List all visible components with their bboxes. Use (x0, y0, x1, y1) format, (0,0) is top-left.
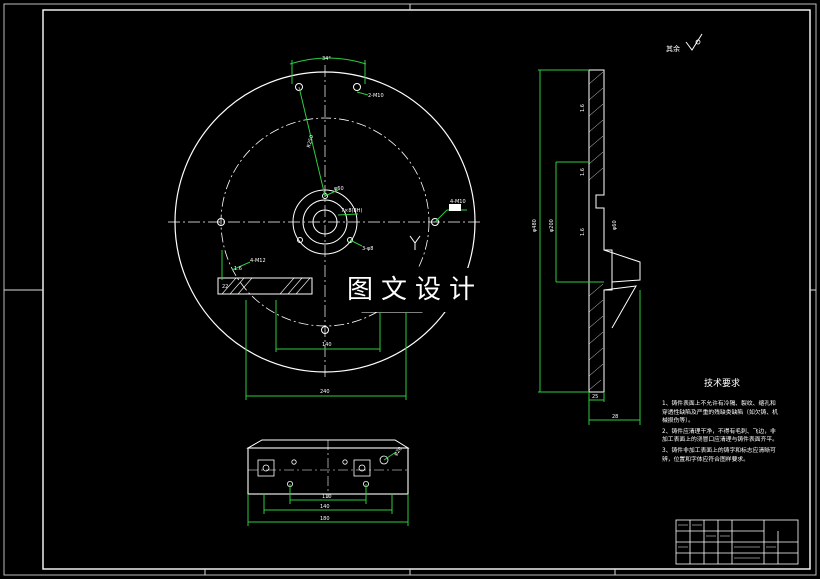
dim-w1: 140 (322, 342, 332, 348)
dim-side-w-bottom: 25 (592, 394, 598, 400)
dim-w2: 240 (320, 389, 330, 395)
dim-plan-c: 180 (320, 516, 330, 522)
dim-side-inner: φ200 (549, 219, 555, 232)
tech-req-title: 技术要求 (704, 377, 740, 389)
dim-angle: 34° (322, 56, 331, 62)
tech-req-items: 1、铸件表面上不允许有冷隔、裂纹、缩孔和穿透性缺陷及严重的残缺类缺陷（如欠铸、机… (662, 400, 780, 464)
tech-req-item: 2、铸件应清理干净，不得有毛刺、飞边，非加工表面上的浇冒口应清理与铸件表面齐平。 (662, 428, 778, 444)
dim-side-total: φ480 (532, 219, 538, 232)
watermark: 图文设计 (330, 268, 500, 312)
tech-req-item: 1、铸件表面上不允许有冷隔、裂纹、缩孔和穿透性缺陷及严重的残缺类缺陷（如欠铸、机… (662, 401, 778, 425)
dim-bottom-holes: 3-φ8 (362, 246, 373, 252)
dim-side-holes: 4-M10 (450, 199, 466, 205)
dim-section-holes: 4-M12 (250, 258, 266, 264)
dim-center-dia: φ60 (334, 186, 344, 192)
dim-side-t3: 1.6 (580, 228, 586, 236)
dim-side-t1: 1.6 (580, 104, 586, 112)
dim-side-w-total: 28 (612, 414, 618, 420)
dim-plan-b: 140 (320, 504, 330, 510)
dim-side-small: φ60 (612, 220, 618, 230)
dim-holes-top: 2-M10 (368, 93, 384, 99)
tech-req-item: 3、铸件非加工表面上的铸字和标志应清晰可辨，位置和字体应符合图样要求。 (662, 447, 776, 463)
dim-d1: 1.6 (234, 266, 242, 272)
dim-side-t2: 1.6 (580, 168, 586, 176)
dim-hub-label: 7×8(8H) (341, 208, 362, 214)
roughness-note: 其余 (666, 44, 680, 53)
tech-requirements: 技术要求 (704, 377, 740, 389)
dim-plan-a: 110 (322, 494, 332, 500)
dim-d2: 22 (222, 284, 228, 290)
